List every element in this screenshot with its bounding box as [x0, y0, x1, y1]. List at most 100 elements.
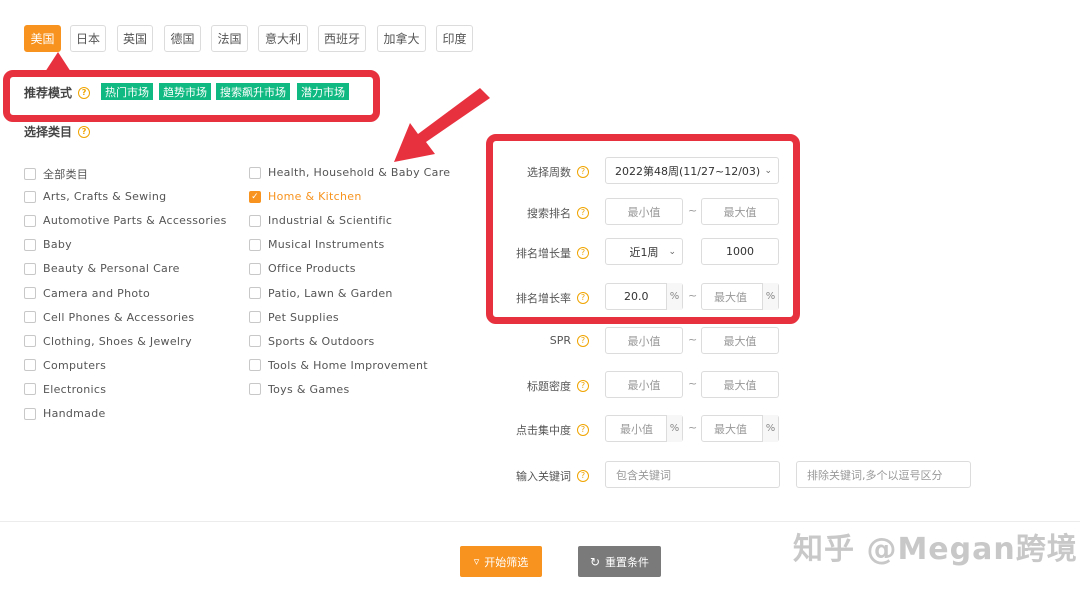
category-checkbox[interactable]: Sports & Outdoors	[249, 335, 375, 348]
country-tab[interactable]: 意大利	[258, 25, 308, 52]
country-tab[interactable]: 美国	[24, 25, 61, 52]
checkbox-checked-icon[interactable]: ✓	[249, 190, 261, 203]
category-label: Camera and Photo	[43, 286, 151, 300]
checkbox-icon[interactable]	[24, 168, 36, 180]
checkbox-icon[interactable]	[249, 238, 261, 251]
category-label-row: 选择类目 ?	[24, 123, 91, 140]
checkbox-icon[interactable]	[24, 214, 36, 227]
include-keyword-input[interactable]: 包含关键词	[605, 461, 780, 488]
filter-click-conc-label: 点击集中度?	[516, 422, 589, 438]
checkbox-icon[interactable]	[24, 359, 36, 372]
category-checkbox[interactable]: Pet Supplies	[249, 311, 339, 324]
category-checkbox[interactable]: Industrial & Scientific	[249, 214, 392, 227]
checkbox-icon[interactable]	[24, 238, 36, 251]
category-checkbox[interactable]: Patio, Lawn & Garden	[249, 287, 393, 300]
start-filter-button[interactable]: ▿ 开始筛选	[460, 546, 542, 577]
category-checkbox[interactable]: Camera and Photo	[24, 287, 150, 300]
help-icon[interactable]: ?	[577, 334, 589, 347]
checkbox-icon[interactable]	[24, 262, 36, 275]
category-label: 选择类目	[24, 125, 73, 139]
country-tab[interactable]: 法国	[211, 25, 248, 52]
category-label: Arts, Crafts & Sewing	[43, 190, 167, 204]
category-label: Baby	[43, 238, 72, 252]
checkbox-icon[interactable]	[249, 166, 261, 179]
category-checkbox[interactable]: Toys & Games	[249, 383, 349, 396]
category-checkbox[interactable]: ✓ Home & Kitchen	[249, 190, 362, 203]
checkbox-icon[interactable]	[249, 311, 261, 324]
checkbox-icon[interactable]	[24, 335, 36, 348]
category-checkbox[interactable]: Health, Household & Baby Care	[249, 166, 450, 179]
country-tab[interactable]: 加拿大	[377, 25, 426, 52]
category-label: Pet Supplies	[268, 310, 339, 324]
category-checkbox[interactable]: Electronics	[24, 383, 106, 396]
help-icon[interactable]: ?	[577, 380, 589, 392]
spr-max-input[interactable]: 最大值	[701, 327, 779, 354]
checkbox-icon[interactable]	[249, 214, 261, 227]
category-label: Office Products	[268, 262, 356, 276]
divider	[0, 521, 1080, 522]
help-icon[interactable]: ?	[577, 424, 589, 436]
title-density-min-input[interactable]: 最小值	[605, 371, 683, 398]
category-checkbox[interactable]: Cell Phones & Accessories	[24, 311, 194, 324]
percent-suffix: %	[762, 415, 778, 442]
arrow-pointer-icon	[394, 88, 490, 162]
refresh-icon: ↻	[589, 554, 601, 569]
category-checkbox[interactable]: Automotive Parts & Accessories	[24, 214, 227, 227]
help-icon[interactable]: ?	[78, 125, 91, 138]
category-label: Beauty & Personal Care	[43, 262, 180, 276]
range-separator: ~	[688, 421, 698, 434]
checkbox-icon[interactable]	[249, 287, 261, 299]
category-checkbox[interactable]: 全部类目	[24, 166, 88, 182]
checkbox-icon[interactable]	[24, 407, 36, 420]
category-checkbox[interactable]: Handmade	[24, 407, 106, 420]
exclude-keyword-input[interactable]: 排除关键词,多个以逗号区分	[796, 461, 971, 488]
click-conc-min-input[interactable]: 最小值 %	[605, 415, 683, 442]
checkbox-icon[interactable]	[24, 311, 36, 324]
start-filter-label: 开始筛选	[484, 555, 529, 569]
click-conc-max-placeholder: 最大值	[714, 422, 747, 436]
range-separator: ~	[688, 333, 698, 346]
percent-suffix: %	[666, 415, 682, 442]
checkbox-icon[interactable]	[249, 359, 261, 372]
filter-icon: ▿	[473, 555, 480, 568]
spr-min-input[interactable]: 最小值	[605, 327, 683, 354]
checkbox-icon[interactable]	[24, 383, 36, 396]
category-label: Patio, Lawn & Garden	[268, 286, 393, 300]
highlight-box-filters	[486, 134, 800, 324]
checkbox-icon[interactable]	[24, 287, 36, 299]
checkbox-icon[interactable]	[24, 190, 36, 203]
category-label: Sports & Outdoors	[268, 334, 375, 348]
country-tab[interactable]: 英国	[117, 25, 153, 52]
category-checkbox[interactable]: Clothing, Shoes & Jewelry	[24, 335, 192, 348]
watermark: 知乎 @Megan跨境	[793, 532, 1078, 567]
checkbox-icon[interactable]	[249, 335, 261, 348]
range-separator: ~	[688, 377, 698, 390]
checkbox-icon[interactable]	[249, 383, 261, 396]
title-density-max-input[interactable]: 最大值	[701, 371, 779, 398]
country-tab[interactable]: 印度	[436, 25, 473, 52]
category-checkbox[interactable]: Tools & Home Improvement	[249, 359, 428, 372]
category-label: Automotive Parts & Accessories	[43, 214, 227, 228]
category-label: Tools & Home Improvement	[268, 358, 428, 372]
country-tab[interactable]: 日本	[70, 25, 106, 52]
filter-spr-label: SPR?	[550, 334, 589, 347]
category-label: 全部类目	[43, 168, 89, 181]
filter-title-density-label: 标题密度?	[527, 378, 589, 394]
category-checkbox[interactable]: Beauty & Personal Care	[24, 262, 180, 275]
category-checkbox[interactable]: Musical Instruments	[249, 238, 385, 251]
category-checkbox[interactable]: Baby	[24, 238, 72, 251]
reset-button[interactable]: ↻ 重置条件	[578, 546, 661, 577]
arrow-up-icon	[45, 52, 71, 72]
category-label: Musical Instruments	[268, 238, 385, 252]
help-icon[interactable]: ?	[577, 470, 589, 482]
category-checkbox[interactable]: Office Products	[249, 262, 356, 275]
country-tab[interactable]: 德国	[164, 25, 201, 52]
country-tab[interactable]: 西班牙	[318, 25, 366, 52]
checkbox-icon[interactable]	[249, 262, 261, 275]
category-label: Industrial & Scientific	[268, 214, 393, 228]
click-conc-max-input[interactable]: 最大值 %	[701, 415, 779, 442]
highlight-box-recommend	[3, 70, 380, 122]
click-conc-min-placeholder: 最小值	[620, 422, 653, 436]
category-checkbox[interactable]: Arts, Crafts & Sewing	[24, 190, 166, 203]
category-checkbox[interactable]: Computers	[24, 359, 106, 372]
